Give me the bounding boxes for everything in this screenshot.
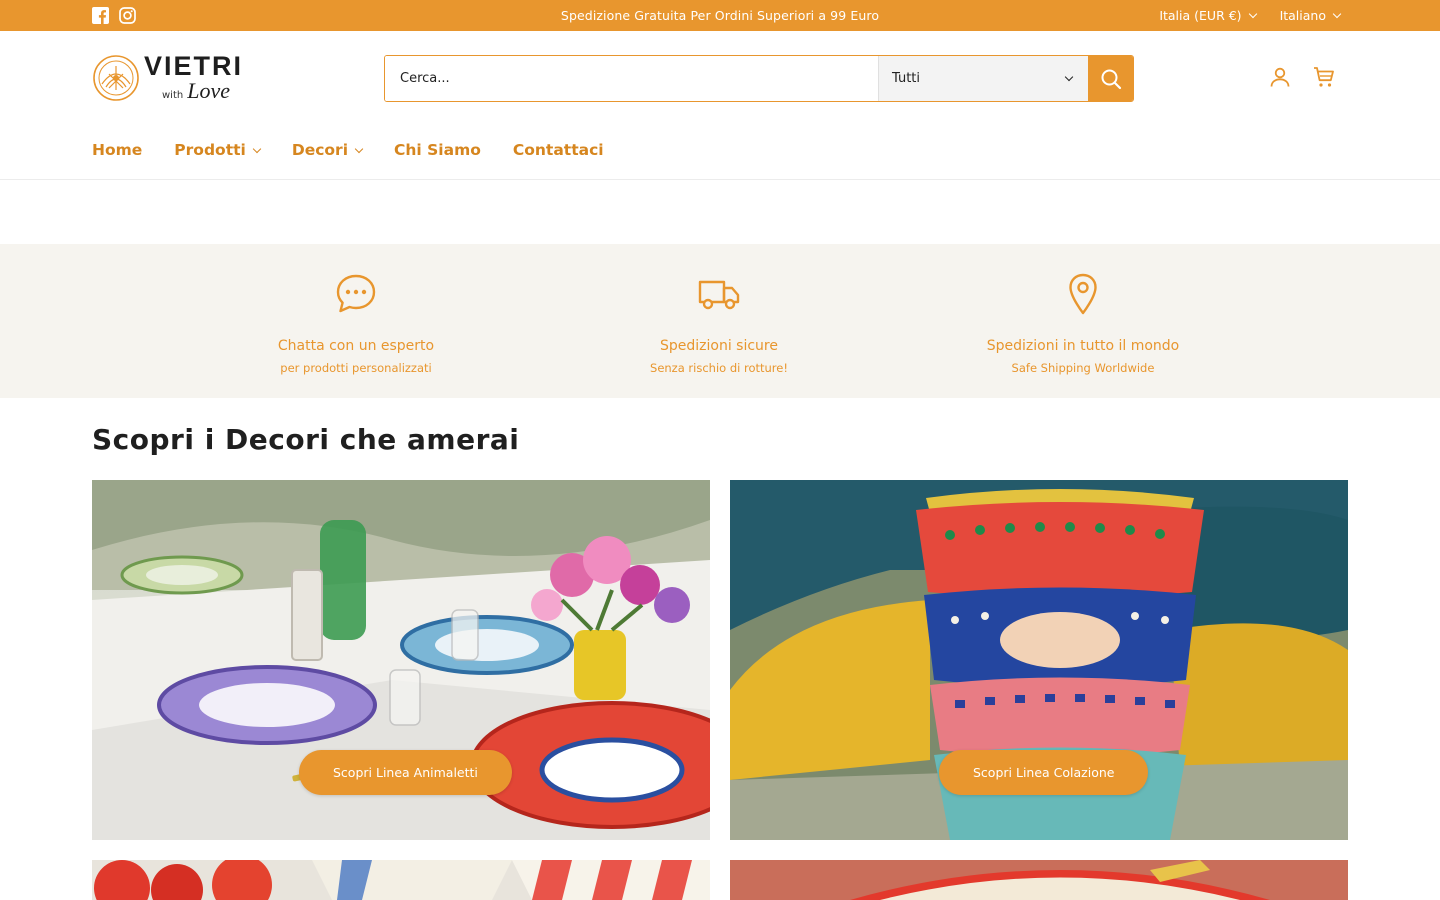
search-category-select[interactable]: Tutti [878,56,1088,101]
feature-chat[interactable]: Chatta con un esperto per prodotti perso… [206,244,506,375]
chevron-down-icon [1248,9,1257,18]
collection-tile[interactable] [730,860,1348,900]
truck-icon [698,280,740,310]
map-pin-icon [1069,273,1097,315]
nav-item-label: Chi Siamo [394,141,481,159]
cart-icon[interactable] [1312,65,1336,89]
cta-button[interactable]: Scopri Linea Colazione [939,750,1149,795]
collection-tile[interactable] [92,860,710,900]
nav-item-label: Home [92,141,143,159]
account-icon[interactable] [1268,65,1292,89]
chevron-down-icon [252,144,262,153]
announcement-bar: Spedizione Gratuita Per Ordini Superiori… [0,0,1440,31]
currency-label: Italia (EUR €) [1159,8,1242,23]
language-label: Italiano [1279,8,1326,23]
feature-subtitle: Senza rischio di rotture! [650,361,788,375]
collection-tile-colazione[interactable]: Scopri Linea Colazione [730,480,1348,840]
feature-subtitle: Safe Shipping Worldwide [1011,361,1155,375]
language-selector[interactable]: Italiano [1279,8,1342,23]
features-band: Chatta con un esperto per prodotti perso… [0,244,1440,398]
main-nav: Home Prodotti Decori Chi Siamo Contattac… [0,125,1440,180]
search-bar: Tutti [384,55,1134,102]
logo-love: Love [187,78,230,103]
collection-image [92,860,710,900]
chevron-down-icon [1064,72,1074,82]
logo-emblem-icon [93,54,139,101]
site-logo[interactable]: VIETRI with Love [92,53,243,102]
feature-title: Chatta con un esperto [277,338,435,354]
nav-item-prodotti[interactable]: Prodotti [174,141,262,159]
site-header: VIETRI with Love Tutti [0,31,1440,125]
search-icon [1101,69,1121,89]
nav-item-label: Contattaci [512,141,604,159]
collections-title: Scopri i Decori che amerai [92,423,520,456]
logo-wordmark: VIETRI [144,51,244,81]
collection-image [730,860,1348,900]
chevron-down-icon [354,144,364,153]
currency-selector[interactable]: Italia (EUR €) [1159,8,1257,23]
search-input[interactable] [385,56,878,101]
collection-tile-animaletti[interactable]: Scopri Linea Animaletti [92,480,710,840]
search-button[interactable] [1088,56,1133,101]
feature-title: Spedizioni sicure [660,338,778,354]
nav-item-label: Decori [291,141,349,159]
search-category-value: Tutti [892,71,921,86]
feature-title: Spedizioni in tutto il mondo [986,338,1180,354]
chevron-down-icon [1332,9,1342,18]
nav-item-label: Prodotti [174,141,246,159]
cta-button[interactable]: Scopri Linea Animaletti [299,750,512,795]
nav-item-home[interactable]: Home [92,141,142,159]
feature-subtitle: per prodotti personalizzati [280,361,432,375]
logo-with: with [162,90,184,101]
nav-item-chi-siamo[interactable]: Chi Siamo [394,141,481,159]
nav-item-decori[interactable]: Decori [291,141,364,159]
nav-item-contattaci[interactable]: Contattaci [513,141,604,159]
chat-bubble-icon [336,274,376,313]
feature-shipping[interactable]: Spedizioni sicure Senza rischio di rottu… [569,244,869,375]
feature-worldwide[interactable]: Spedizioni in tutto il mondo Safe Shippi… [933,244,1233,375]
